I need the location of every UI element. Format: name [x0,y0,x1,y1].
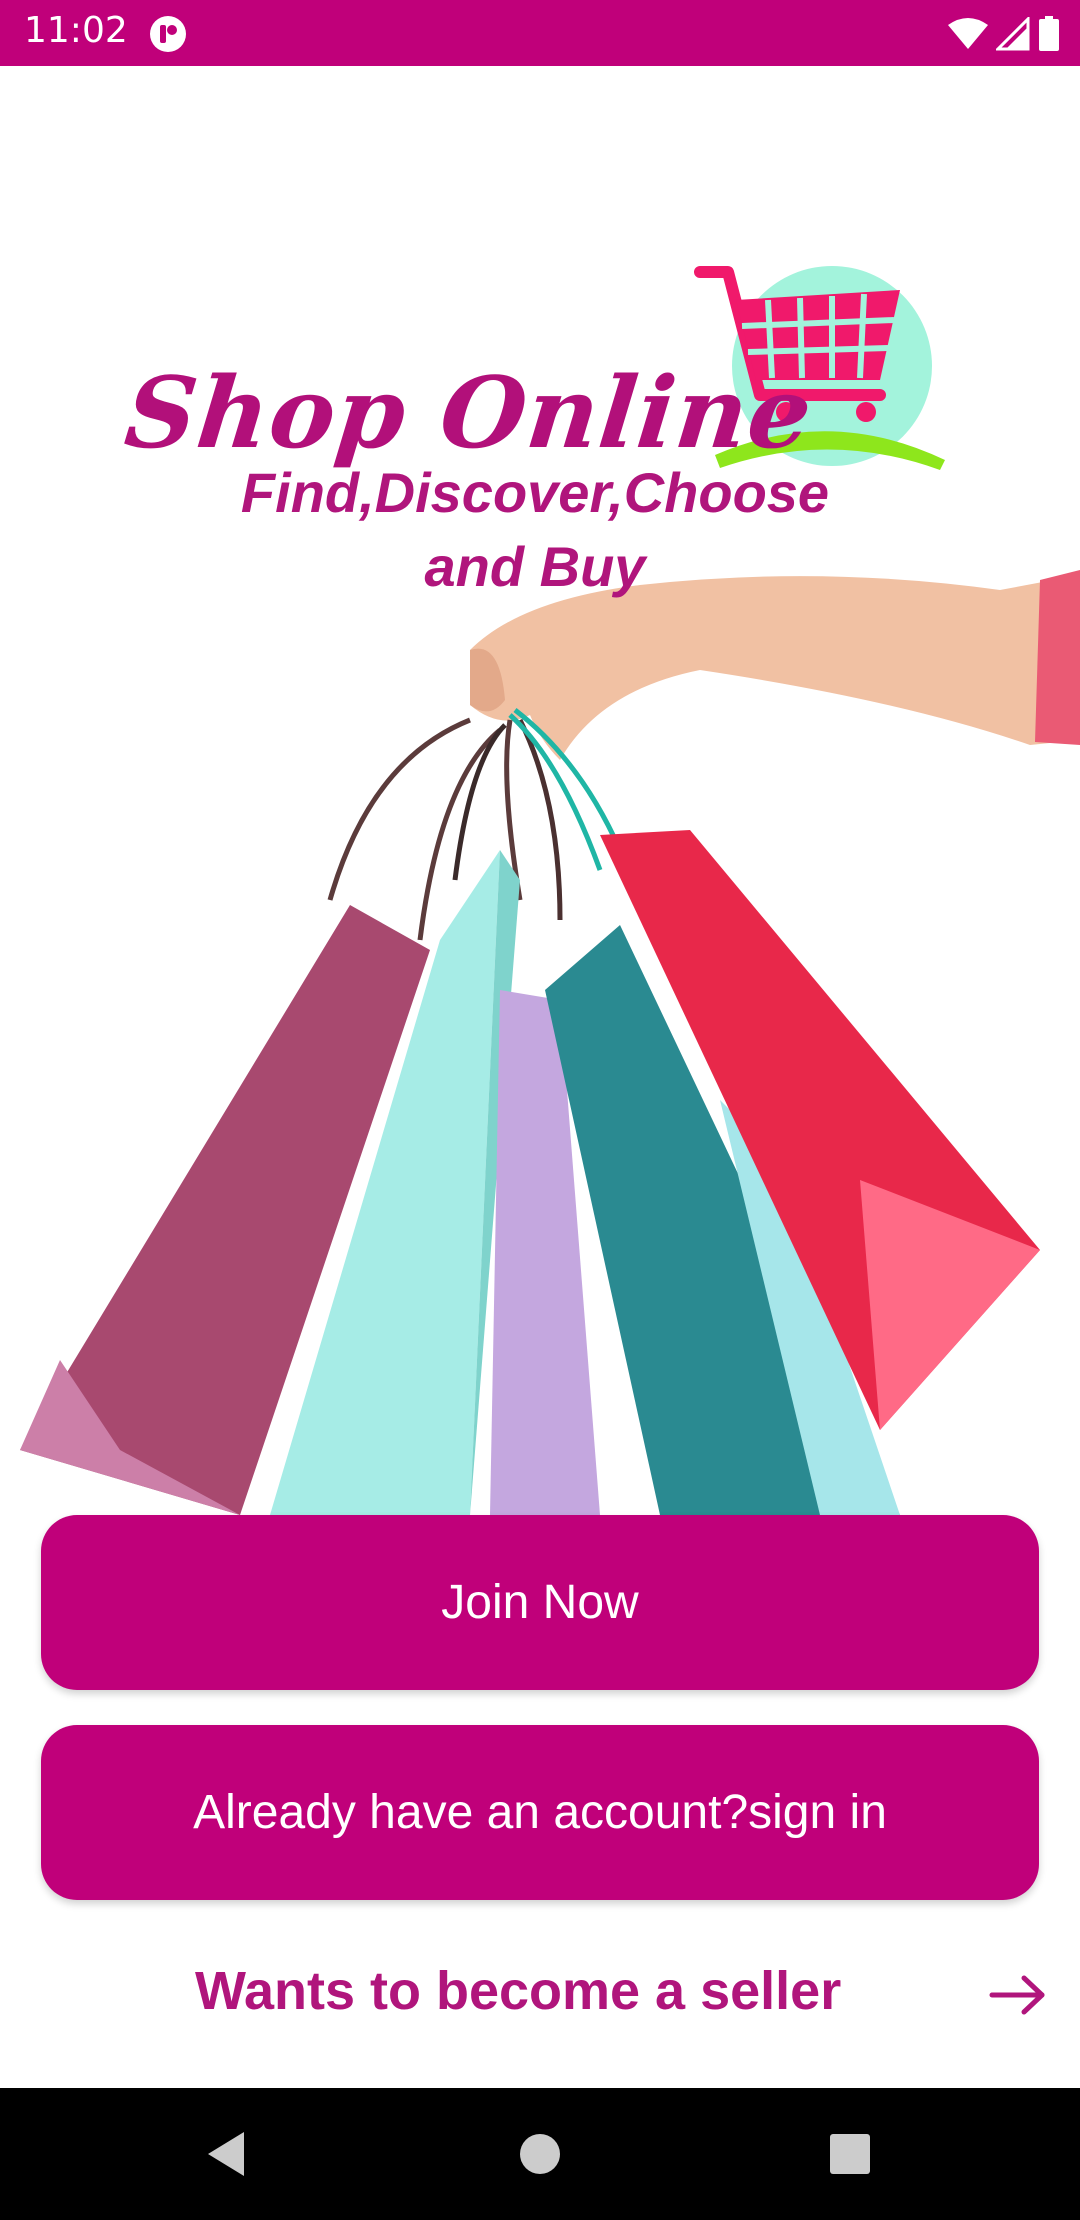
tagline: Find,Discover,Choose and Buy [140,456,930,604]
become-seller-row[interactable]: Wants to become a seller [0,1950,1080,2040]
hero-banner: Shop Online [0,66,1080,1516]
tagline-text: Find,Discover,Choose and Buy [240,461,830,598]
sign-in-label: Already have an account?sign in [193,1786,887,1839]
brand-title: Shop Online [119,356,818,471]
sign-in-button[interactable]: Already have an account?sign in [41,1725,1039,1900]
app-notification-icon [150,16,186,52]
status-icons [948,14,1060,54]
welcome-screen: 11:02 Shop Online Find,Discover,Choose a… [0,0,1080,2220]
join-now-label: Join Now [441,1576,639,1629]
recents-icon[interactable] [818,2122,882,2186]
back-icon[interactable] [196,2122,260,2186]
battery-icon [1039,16,1059,51]
hand-holding-shopping-bags-image [0,66,1080,1516]
system-nav-bar [0,2088,1080,2220]
wifi-icon [948,18,988,49]
become-seller-link[interactable]: Wants to become a seller [195,1960,841,2022]
join-now-button[interactable]: Join Now [41,1515,1039,1690]
home-icon[interactable] [508,2122,572,2186]
cell-signal-icon [996,17,1030,51]
status-bar: 11:02 [0,0,1080,66]
arrow-right-icon[interactable] [988,1970,1048,2020]
status-time: 11:02 [24,10,128,51]
